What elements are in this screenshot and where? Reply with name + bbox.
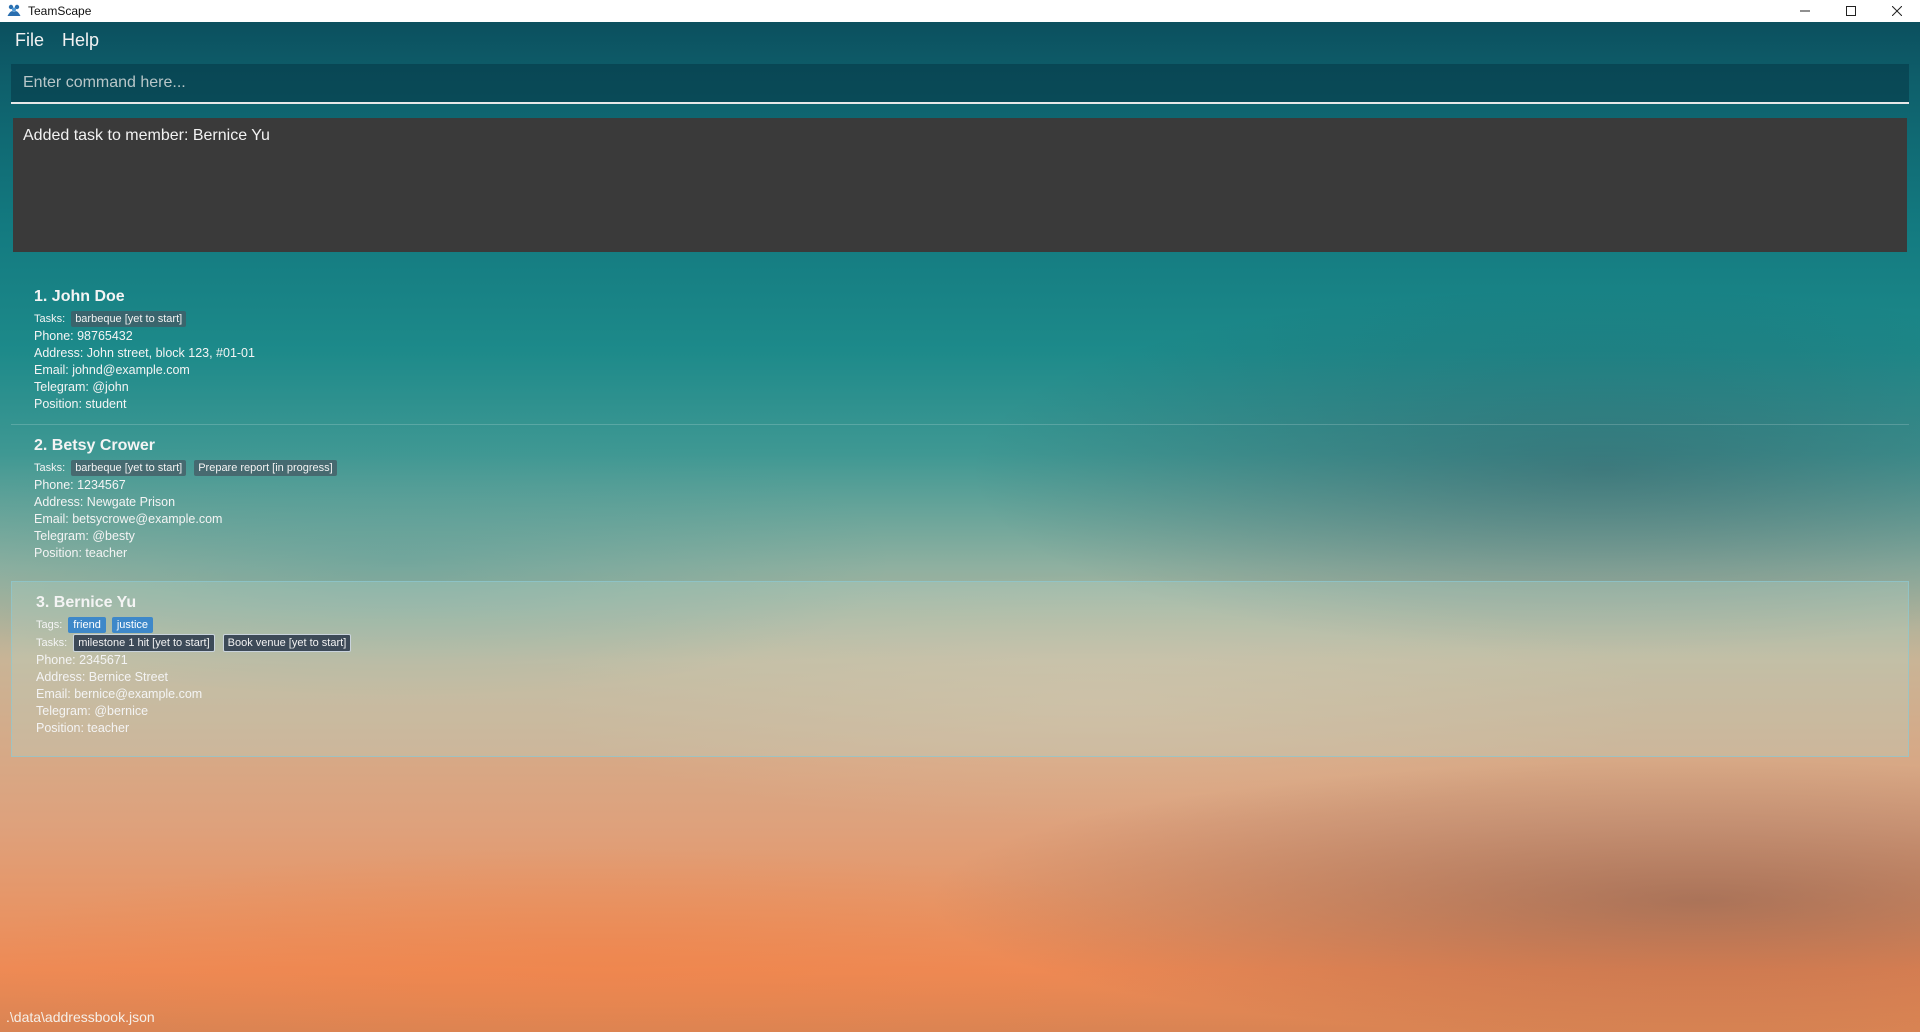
member-phone: Phone: 98765432 bbox=[34, 329, 133, 343]
member-list[interactable]: 1. John Doe Tasks: barbeque [yet to star… bbox=[11, 276, 1909, 757]
member-name: 3. Bernice Yu bbox=[36, 594, 137, 611]
tags-label: Tags: bbox=[36, 618, 63, 631]
task-row: Tasks: barbeque [yet to start] bbox=[34, 310, 1885, 328]
result-display: Added task to member: Bernice Yu bbox=[13, 118, 1907, 252]
task-chip: barbeque [yet to start] bbox=[71, 311, 187, 327]
tag-row: Tags: friend justice bbox=[36, 616, 1884, 634]
menu-file[interactable]: File bbox=[6, 30, 53, 51]
member-address: Address: John street, block 123, #01-01 bbox=[34, 346, 255, 360]
task-chip: barbeque [yet to start] bbox=[71, 460, 187, 476]
task-chip: Book venue [yet to start] bbox=[222, 634, 352, 652]
menu-bar: File Help bbox=[6, 24, 108, 56]
window-title: TeamScape bbox=[28, 4, 92, 18]
member-email: Email: bernice@example.com bbox=[36, 687, 203, 701]
tag-chip: justice bbox=[111, 617, 154, 633]
member-card[interactable]: 1. John Doe Tasks: barbeque [yet to star… bbox=[11, 276, 1909, 425]
minimize-icon[interactable] bbox=[1782, 0, 1828, 22]
member-address: Address: Bernice Street bbox=[36, 670, 169, 684]
member-email: Email: johnd@example.com bbox=[34, 363, 190, 377]
member-phone: Phone: 2345671 bbox=[36, 653, 128, 667]
member-position: Position: student bbox=[34, 397, 127, 411]
member-phone: Phone: 1234567 bbox=[34, 478, 126, 492]
title-bar: TeamScape bbox=[0, 0, 1920, 22]
result-message: Added task to member: Bernice Yu bbox=[23, 127, 270, 144]
member-card[interactable]: 2. Betsy Crower Tasks: barbeque [yet to … bbox=[11, 425, 1909, 581]
tag-chip: friend bbox=[68, 617, 106, 633]
tasks-label: Tasks: bbox=[34, 461, 66, 474]
command-box bbox=[11, 64, 1909, 104]
member-address: Address: Newgate Prison bbox=[34, 495, 176, 509]
tasks-label: Tasks: bbox=[36, 636, 68, 649]
task-chip: Prepare report [in progress] bbox=[194, 460, 337, 476]
maximize-icon[interactable] bbox=[1828, 0, 1874, 22]
team-icon bbox=[6, 3, 22, 19]
task-chip: milestone 1 hit [yet to start] bbox=[73, 634, 215, 652]
member-position: Position: teacher bbox=[36, 721, 130, 735]
close-icon[interactable] bbox=[1874, 0, 1920, 22]
member-telegram: Telegram: @besty bbox=[34, 529, 135, 543]
task-row: Tasks: barbeque [yet to start] Prepare r… bbox=[34, 459, 1885, 477]
member-name: 2. Betsy Crower bbox=[34, 437, 155, 454]
member-email: Email: betsycrowe@example.com bbox=[34, 512, 223, 526]
member-card-selected[interactable]: 3. Bernice Yu Tags: friend justice Tasks… bbox=[11, 581, 1909, 757]
member-position: Position: teacher bbox=[34, 546, 128, 560]
task-row: Tasks: milestone 1 hit [yet to start] Bo… bbox=[36, 634, 1884, 652]
menu-help[interactable]: Help bbox=[53, 30, 108, 51]
status-bar-file-path: .\data\addressbook.json bbox=[6, 1009, 155, 1025]
member-telegram: Telegram: @john bbox=[34, 380, 129, 394]
member-name: 1. John Doe bbox=[34, 288, 125, 305]
member-telegram: Telegram: @bernice bbox=[36, 704, 149, 718]
tasks-label: Tasks: bbox=[34, 312, 66, 325]
command-input[interactable] bbox=[11, 64, 1909, 102]
